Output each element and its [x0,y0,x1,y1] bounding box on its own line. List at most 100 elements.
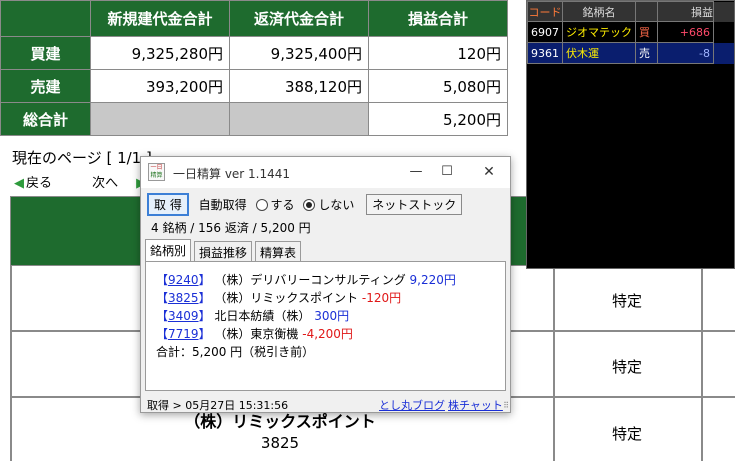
settlement-window: 一日 精算 一日精算 ver 1.1441 — ☐ ✕ 取 得 自動取得 する し… [140,156,511,413]
maximize-button[interactable]: ☐ [432,161,462,183]
grand-new-total [90,102,230,136]
ticker-header-name: 銘柄名 [562,1,636,22]
stock-code-link[interactable]: 3825 [168,291,199,305]
positions-cell [702,397,735,461]
window-title: 一日精算 ver 1.1441 [173,167,291,181]
ticker-table: コード 銘柄名 損益 6907 ジオマテック 買 +686 9361 伏木運 売… [527,1,734,64]
ticker-panel: コード 銘柄名 損益 6907 ジオマテック 買 +686 9361 伏木運 売… [526,0,735,269]
ticker-header-spacer [713,1,734,22]
app-icon-bottom-text: 精算 [150,172,163,179]
app-icon: 一日 精算 [148,163,165,181]
buy-new-total: 9,325,280円 [90,36,230,70]
stock-row: 【7719】 （株）東京衡機 -4,200円 [156,325,353,342]
bracket: 】 [198,309,211,323]
tab-pl-trend[interactable]: 損益推移 [194,241,253,261]
back-label: 戻る [26,176,53,191]
resize-grip-icon[interactable]: ⠿ [503,401,509,410]
auto-fetch-on-label[interactable]: する [271,196,295,213]
auto-fetch-label: 自動取得 [198,198,247,212]
account-type: 特定 [611,358,642,376]
netstock-button[interactable]: ネットストック [366,194,463,215]
stock-pl: 300円 [314,309,350,323]
maximize-icon: ☐ [441,164,453,179]
stock-name: （株）東京衡機 [214,327,299,341]
ticker-pl: -8 [657,42,714,64]
ticker-name: ジオマテック [562,21,636,43]
stock-name: （株）リミックスポイント [214,291,359,305]
stock-row: 【3825】 （株）リミックスポイント -120円 [156,289,401,306]
header-pl-total: 損益合計 [368,0,508,37]
ticker-row[interactable]: 9361 伏木運 売 -8 [527,42,734,64]
bracket: 【 [156,291,169,305]
stock-code-link[interactable]: 3409 [168,309,199,323]
stock-name: （株）デリバリーコンサルティング [214,273,406,287]
bracket: 【 [156,309,169,323]
tab-settlement-table[interactable]: 精算表 [255,241,302,261]
stock-row: 【9240】 （株）デリバリーコンサルティング 9,220円 [156,271,456,288]
next-label: 次へ [92,176,119,191]
positions-cell [702,331,735,397]
ticker-code: 9361 [527,42,563,64]
ticker-header-side [635,1,658,22]
tab-panel: 【9240】 （株）デリバリーコンサルティング 9,220円 【3825】 （株… [145,261,506,391]
stock-pl: 9,220円 [409,273,456,287]
buy-repay-total: 9,325,400円 [229,36,369,70]
ticker-side: 売 [635,42,658,64]
chat-link[interactable]: 株チャット [448,397,503,413]
ticker-code: 6907 [527,21,563,43]
ticker-pl: +686 [657,21,714,43]
bracket: 【 [156,273,169,287]
account-type: 特定 [611,425,642,443]
stock-pl: -120円 [361,291,402,305]
status-text: 取得 > 05月27日 15:31:56 [147,399,289,412]
grand-repay-total [229,102,369,136]
close-icon: ✕ [483,164,495,180]
bracket: 】 [198,273,211,287]
auto-fetch-off-label[interactable]: しない [318,196,354,213]
page-indicator: 現在のページ [ 1/1 ] [12,149,152,167]
auto-fetch-off-radio[interactable] [303,198,316,211]
ticker-row[interactable]: 6907 ジオマテック 買 +686 [527,21,734,43]
stock-pl: -4,200円 [302,327,353,341]
stock-code-link[interactable]: 9240 [168,273,199,287]
bracket: 】 [198,327,211,341]
ticker-row-spacer [713,21,734,43]
stock-code-link[interactable]: 7719 [168,327,199,341]
status-bar: 取得 > 05月27日 15:31:56 とし丸ブログ 株チャット ⠿ [141,395,510,413]
buy-pl-total: 120円 [368,36,508,70]
summary-corner [0,0,91,37]
back-link[interactable]: ◀ 戻る [14,176,70,191]
header-repay-total: 返済代金合計 [229,0,369,37]
minimize-icon: — [409,164,423,179]
stock-row: 【3409】 北日本紡績（株） 300円 [156,307,349,324]
total-line: 合計：5,200 円（税引き前） [156,345,315,359]
tab-by-stock[interactable]: 銘柄別 [145,239,192,261]
triangle-left-icon: ◀ [14,176,24,191]
app-icon-top-text: 一日 [150,164,163,171]
ticker-header-pl: 損益 [657,1,714,22]
ticker-row-spacer [713,42,734,64]
ticker-header-code: コード [527,1,563,22]
fetch-button[interactable]: 取 得 [147,193,189,216]
positions-cell [702,265,735,331]
controls-row: 取 得 自動取得 する しない ネットストック [147,193,463,216]
row-label-grand: 総合計 [0,102,91,136]
bracket: 】 [198,291,211,305]
stock-name: 北日本紡績（株） [214,309,311,323]
blog-link[interactable]: とし丸ブログ [379,397,445,413]
close-button[interactable]: ✕ [474,161,504,183]
sell-pl-total: 5,080円 [368,69,508,103]
auto-fetch-on-radio[interactable] [255,198,268,211]
row-label-buy: 買建 [0,36,91,70]
minimize-button[interactable]: — [401,161,431,183]
bracket: 【 [156,327,169,341]
row-label-sell: 売建 [0,69,91,103]
grand-pl-total: 5,200円 [368,102,508,136]
title-bar[interactable]: 一日 精算 一日精算 ver 1.1441 — ☐ ✕ [141,157,510,188]
ticker-side: 買 [635,21,658,43]
position-stock-code: 3825 [260,434,300,452]
header-new-total: 新規建代金合計 [90,0,230,37]
sell-repay-total: 388,120円 [229,69,369,103]
summary-table: 新規建代金合計 返済代金合計 損益合計 買建 9,325,280円 9,325,… [0,0,508,136]
count-summary: 4 銘柄 / 156 返済 / 5,200 円 [151,221,311,235]
